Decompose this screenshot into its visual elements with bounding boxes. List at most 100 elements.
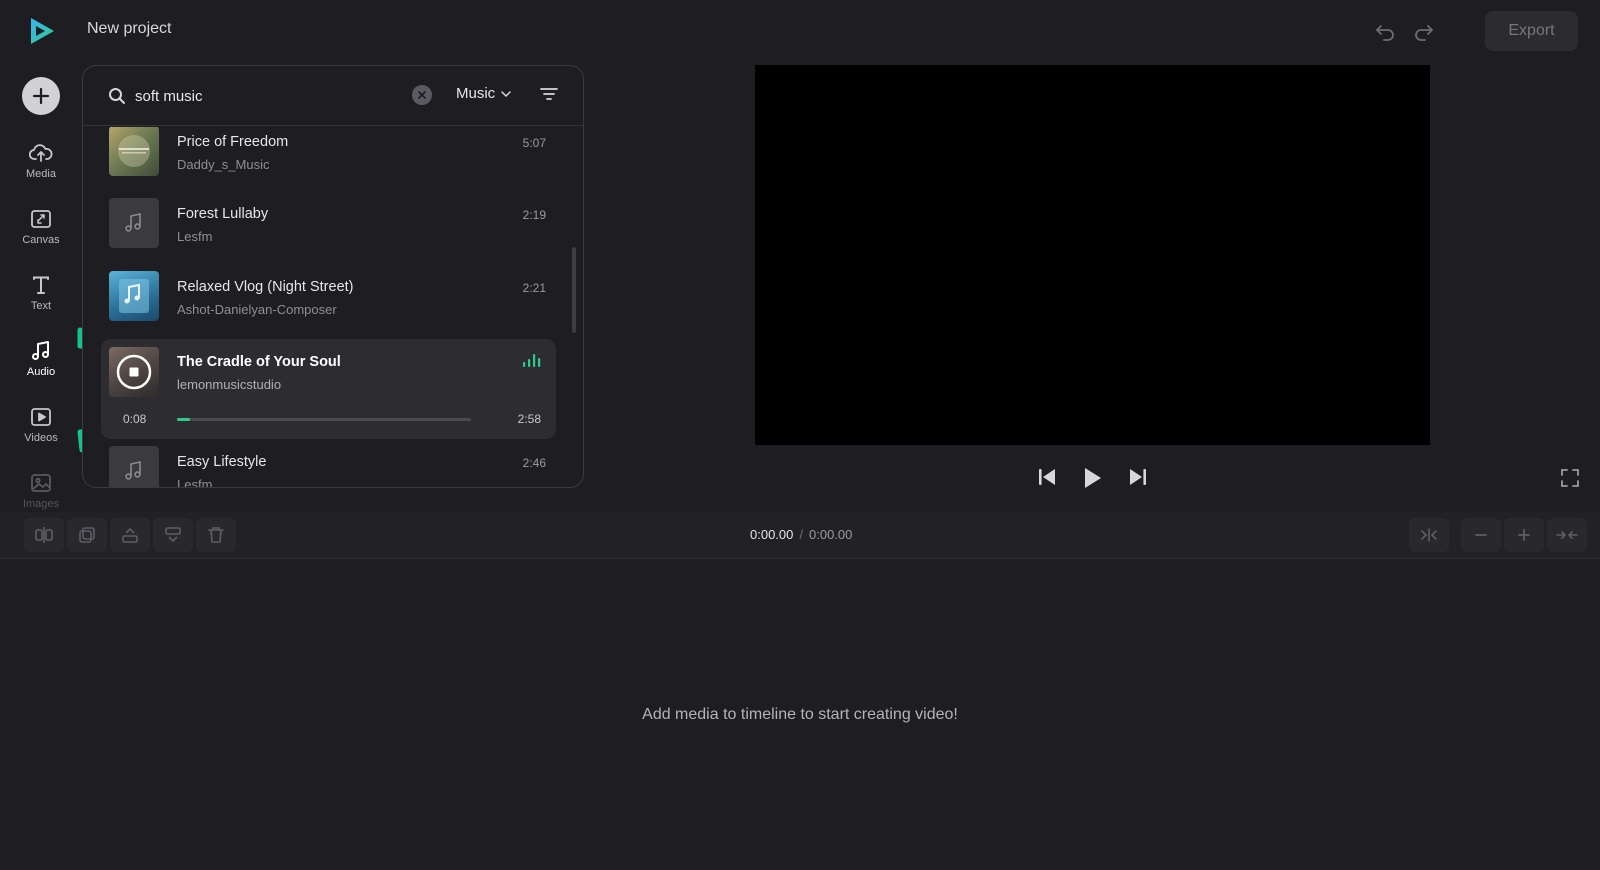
timeline-area[interactable]: Add media to timeline to start creating … [0, 560, 1600, 870]
add-media-button[interactable] [22, 77, 60, 115]
clear-search-button[interactable] [412, 85, 432, 105]
search-icon [109, 88, 125, 104]
undo-icon[interactable] [1374, 20, 1396, 42]
equalizer-icon [523, 354, 541, 367]
image-icon [31, 474, 51, 492]
export-button[interactable]: Export [1485, 11, 1578, 51]
audio-library-panel: Music Price of Freedom [82, 65, 584, 488]
zoom-out-button[interactable] [1461, 518, 1501, 552]
canvas-icon [31, 210, 51, 228]
sidebar-item-label: Videos [24, 432, 58, 444]
sidebar-item-images[interactable]: Images [8, 472, 74, 516]
redo-icon[interactable] [1413, 20, 1435, 42]
video-icon [31, 408, 51, 426]
compress-icon [1421, 528, 1437, 542]
scrollbar[interactable] [572, 247, 576, 333]
sidebar-item-media[interactable]: Media [8, 142, 74, 198]
duplicate-button[interactable] [67, 518, 107, 552]
timecode: 0:00.00 / 0:00.00 [750, 527, 852, 542]
search-bar: Music [83, 66, 583, 126]
track-title: Forest Lullaby [177, 206, 269, 222]
track-duration: 2:19 [522, 208, 546, 222]
track-duration: 2:21 [522, 281, 546, 295]
sidebar-item-canvas[interactable]: Canvas [8, 208, 74, 264]
layer-up-icon [122, 527, 138, 543]
sidebar-item-videos[interactable]: Videos [8, 406, 74, 462]
search-input[interactable] [135, 84, 405, 108]
timeline-toolbar: 0:00.00 / 0:00.00 [0, 512, 1600, 559]
track-current-time: 0:08 [123, 412, 147, 426]
project-title[interactable]: New project [87, 20, 171, 38]
minus-icon [1475, 534, 1487, 536]
music-note-icon [109, 198, 159, 248]
track-list: Price of Freedom Daddy_s_Music 5:07 Fore… [83, 127, 583, 488]
move-up-button[interactable] [110, 518, 150, 552]
album-art-image [119, 279, 149, 313]
text-icon [33, 276, 49, 294]
list-item[interactable]: Forest Lullaby Lesfm 2:19 [101, 197, 556, 263]
list-item-playing[interactable]: The Cradle of Your Soul lemonmusicstudio… [101, 339, 556, 439]
split-icon [35, 527, 53, 543]
duplicate-icon [79, 527, 95, 543]
track-title: The Cradle of Your Soul [177, 354, 341, 370]
type-filter-dropdown[interactable]: Music [456, 85, 511, 102]
track-duration: 2:46 [522, 456, 546, 470]
sidebar-item-label: Text [30, 300, 52, 312]
arrows-in-icon [1556, 531, 1578, 539]
track-artist: Ashot-Danielyan-Composer [177, 302, 337, 317]
list-item[interactable]: Easy Lifestyle Lesfm 2:46 [101, 445, 556, 488]
timeline-total-time: 0:00.00 [809, 527, 853, 542]
timeline-empty-message: Add media to timeline to start creating … [642, 706, 958, 723]
track-duration: 2:58 [517, 412, 541, 426]
track-duration: 5:07 [522, 136, 546, 150]
zoom-in-button[interactable] [1504, 518, 1544, 552]
timeline-current-time: 0:00.00 [750, 527, 794, 542]
album-art-image [118, 135, 150, 167]
plus-icon [32, 87, 50, 105]
track-title: Relaxed Vlog (Night Street) [177, 279, 354, 295]
fullscreen-icon[interactable] [1560, 468, 1580, 488]
stop-button[interactable] [109, 347, 159, 397]
play-icon[interactable] [1081, 466, 1103, 490]
delete-button[interactable] [196, 518, 236, 552]
sidebar-item-label: Audio [26, 366, 56, 378]
plus-icon [1518, 529, 1530, 541]
play-logo-icon[interactable] [28, 16, 56, 46]
close-icon [418, 91, 426, 99]
track-title: Easy Lifestyle [177, 454, 267, 470]
fit-timeline-button[interactable] [1409, 518, 1449, 552]
sidebar-item-label: Images [22, 498, 60, 510]
list-item[interactable]: Relaxed Vlog (Night Street) Ashot-Daniel… [101, 270, 556, 336]
track-artist: lemonmusicstudio [177, 377, 282, 392]
track-artist: Lesfm [177, 229, 213, 244]
track-progress-slider[interactable] [177, 418, 471, 421]
sidebar-item-label: Canvas [22, 234, 60, 246]
type-filter-label: Music [456, 85, 496, 102]
collapse-button[interactable] [1547, 518, 1587, 552]
album-art [109, 127, 159, 176]
track-title: Price of Freedom [177, 134, 289, 150]
trash-icon [208, 527, 224, 543]
album-art [109, 271, 159, 321]
upload-cloud-icon [29, 144, 53, 162]
filter-icon[interactable] [540, 86, 558, 102]
stop-icon [116, 354, 152, 390]
music-note-icon [109, 446, 159, 487]
sidebar-item-text[interactable]: Text [8, 274, 74, 330]
split-button[interactable] [24, 518, 64, 552]
video-preview [755, 65, 1430, 445]
skip-forward-icon[interactable] [1127, 466, 1149, 488]
track-artist: Daddy_s_Music [177, 157, 270, 172]
sidebar-item-label: Media [26, 168, 56, 180]
sidebar-item-audio[interactable]: Audio [8, 340, 74, 396]
move-down-button[interactable] [153, 518, 193, 552]
video-editor-app: New project Export Media Canvas Text Aud… [0, 0, 1600, 870]
list-item[interactable]: Price of Freedom Daddy_s_Music 5:07 [101, 127, 556, 191]
chevron-down-icon [501, 90, 511, 97]
layer-down-icon [165, 527, 181, 543]
track-progress-fill [177, 418, 191, 421]
skip-back-icon[interactable] [1036, 466, 1058, 488]
timecode-separator: / [799, 527, 803, 542]
music-note-icon [32, 341, 49, 360]
track-artist: Lesfm [177, 477, 213, 488]
